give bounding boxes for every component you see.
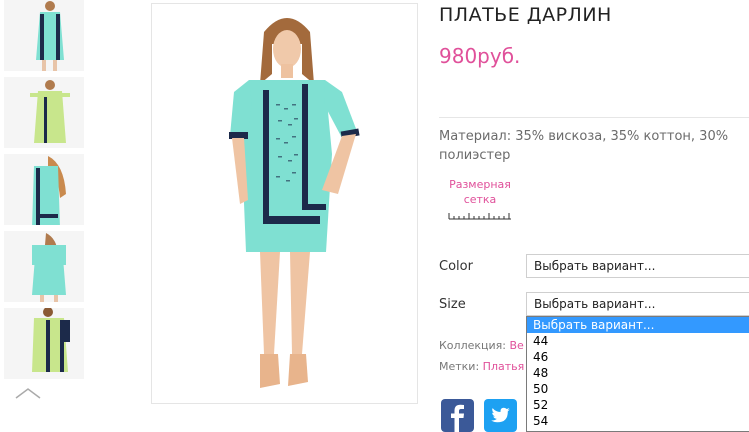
product-title: ПЛАТЬЕ ДАРЛИН <box>439 4 612 26</box>
color-select[interactable]: Выбрать вариант... <box>526 254 749 278</box>
size-dropdown-list[interactable]: Выбрать вариант... 44 46 48 50 52 54 <box>526 316 749 432</box>
size-chart-link[interactable]: Размерная сетка <box>446 177 514 207</box>
twitter-share-button[interactable] <box>484 399 517 432</box>
thumbnail-5[interactable] <box>4 308 84 382</box>
tags-label: Метки: <box>439 360 480 373</box>
thumbnail-4[interactable] <box>4 231 84 305</box>
size-select[interactable]: Выбрать вариант... <box>526 292 749 316</box>
product-material: Материал: 35% вискоза, 35% коттон, 30% п… <box>439 129 729 163</box>
facebook-icon <box>451 404 464 432</box>
twitter-icon <box>491 407 510 423</box>
main-product-image[interactable] <box>151 3 418 404</box>
tags-link[interactable]: Платья <box>483 360 525 373</box>
divider <box>439 117 749 118</box>
thumbnail-strip <box>4 0 84 390</box>
size-label: Size <box>439 297 466 312</box>
thumbnail-3[interactable] <box>4 154 84 228</box>
product-page: ПЛАТЬЕ ДАРЛИН 980руб. Материал: 35% виск… <box>0 0 749 432</box>
ruler-icon[interactable] <box>448 210 512 220</box>
size-option[interactable]: Выбрать вариант... <box>527 317 749 333</box>
chevron-up-icon[interactable] <box>14 386 42 400</box>
size-option[interactable]: 50 <box>527 381 749 397</box>
facebook-share-button[interactable] <box>441 399 474 432</box>
size-option[interactable]: 46 <box>527 349 749 365</box>
product-price: 980руб. <box>439 44 521 68</box>
collection-label: Коллекция: <box>439 339 506 352</box>
color-label: Color <box>439 259 473 274</box>
collection-meta: Коллекция: Ве <box>439 339 524 352</box>
size-option[interactable]: 48 <box>527 365 749 381</box>
size-option[interactable]: 44 <box>527 333 749 349</box>
size-option[interactable]: 54 <box>527 413 749 429</box>
thumbnail-2[interactable] <box>4 77 84 151</box>
thumbnail-1[interactable] <box>4 0 84 74</box>
collection-link[interactable]: Ве <box>509 339 523 352</box>
size-option[interactable]: 52 <box>527 397 749 413</box>
tags-meta: Метки: Платья <box>439 360 524 373</box>
